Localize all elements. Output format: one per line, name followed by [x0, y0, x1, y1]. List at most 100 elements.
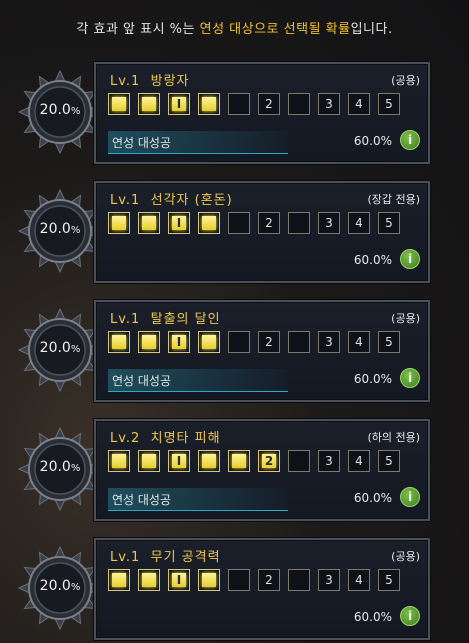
- success-probability: 60.0%: [353, 372, 392, 386]
- level-box: [288, 450, 310, 472]
- level-box: [288, 569, 310, 591]
- great-success-bar: 연성 대성공: [108, 131, 288, 154]
- box-number: 5: [385, 216, 393, 230]
- level-box: [108, 93, 130, 115]
- probability-medal: 20.0%: [18, 427, 102, 511]
- info-icon[interactable]: i: [400, 487, 420, 507]
- level-box: 4: [348, 93, 370, 115]
- level-box: [138, 212, 160, 234]
- box-number: 3: [325, 216, 333, 230]
- probability-medal: 20.0%: [18, 308, 102, 392]
- equipment-tag: (장갑 전용): [367, 193, 420, 206]
- box-number: 3: [325, 97, 333, 111]
- selection-percent: 20.0%: [39, 578, 81, 594]
- box-number: 5: [385, 573, 393, 587]
- great-success-bar: 연성 대성공: [108, 369, 288, 392]
- level-box: [228, 212, 250, 234]
- box-number: 5: [385, 335, 393, 349]
- level-box: 3: [318, 212, 340, 234]
- level-box: [228, 450, 250, 472]
- box-number: I: [176, 97, 182, 111]
- level-box: [108, 450, 130, 472]
- level-box: 5: [378, 569, 400, 591]
- effect-title: Lv.1 방랑자: [110, 74, 190, 89]
- level-box: 4: [348, 569, 370, 591]
- box-number: 5: [385, 454, 393, 468]
- box-number: 2: [264, 454, 274, 468]
- level-box: 4: [348, 212, 370, 234]
- level-box: [198, 569, 220, 591]
- level-box: [198, 450, 220, 472]
- level-box: 5: [378, 93, 400, 115]
- level-box: [108, 331, 130, 353]
- equipment-tag: (공용): [391, 312, 420, 325]
- level-box: [228, 93, 250, 115]
- box-number: 3: [325, 454, 333, 468]
- level-box: [288, 212, 310, 234]
- success-probability: 60.0%: [353, 610, 392, 624]
- level-box: 2: [258, 450, 280, 472]
- box-number: I: [176, 335, 182, 349]
- box-number: 2: [265, 216, 273, 230]
- level-box: 4: [348, 450, 370, 472]
- effect-card[interactable]: Lv.2 치명타 피해 (하의 전용) I 2 3 4 5 연성 대성공 60.0% i: [94, 419, 430, 521]
- level-box: 3: [318, 450, 340, 472]
- box-number: I: [176, 454, 182, 468]
- level-box: [198, 212, 220, 234]
- effect-title: Lv.2 치명타 피해: [110, 431, 221, 446]
- level-box: 3: [318, 93, 340, 115]
- level-box: [138, 569, 160, 591]
- success-probability: 60.0%: [353, 134, 392, 148]
- success-probability: 60.0%: [353, 491, 392, 505]
- great-success-bar: 연성 대성공: [108, 488, 288, 511]
- level-box: [198, 331, 220, 353]
- level-box: I: [168, 93, 190, 115]
- box-number: 4: [355, 454, 363, 468]
- level-box: 3: [318, 569, 340, 591]
- level-box: 5: [378, 450, 400, 472]
- level-box: [108, 569, 130, 591]
- box-number: I: [176, 573, 182, 587]
- box-number: 2: [265, 573, 273, 587]
- box-number: 4: [355, 573, 363, 587]
- level-box: 4: [348, 331, 370, 353]
- effect-card[interactable]: Lv.1 선각자 (혼돈) (장갑 전용) I 2 3 4 5 60.0% i: [94, 181, 430, 283]
- info-icon[interactable]: i: [400, 130, 420, 150]
- info-icon[interactable]: i: [400, 606, 420, 626]
- level-box: [288, 331, 310, 353]
- box-number: 3: [325, 573, 333, 587]
- level-box: I: [168, 569, 190, 591]
- level-box: 2: [258, 331, 280, 353]
- info-icon[interactable]: i: [400, 368, 420, 388]
- box-number: 5: [385, 97, 393, 111]
- level-box: [108, 212, 130, 234]
- selection-percent: 20.0%: [39, 459, 81, 475]
- selection-percent: 20.0%: [39, 221, 81, 237]
- effect-card[interactable]: Lv.1 방랑자 (공용) I 2 3 4 5 연성 대성공 60.0% i: [94, 62, 430, 164]
- effect-card[interactable]: Lv.1 무기 공격력 (공용) I 2 3 4 5 60.0% i: [94, 538, 430, 640]
- level-box: 5: [378, 212, 400, 234]
- selection-percent: 20.0%: [39, 102, 81, 118]
- equipment-tag: (하의 전용): [367, 431, 420, 444]
- level-box: I: [168, 450, 190, 472]
- effect-title: Lv.1 무기 공격력: [110, 550, 221, 565]
- level-box: [198, 93, 220, 115]
- box-number: 4: [355, 97, 363, 111]
- level-box: [228, 569, 250, 591]
- effect-title: Lv.1 선각자 (혼돈): [110, 193, 233, 208]
- success-probability: 60.0%: [353, 253, 392, 267]
- box-number: 4: [355, 216, 363, 230]
- probability-medal: 20.0%: [18, 546, 102, 630]
- level-box: [228, 331, 250, 353]
- probability-medal: 20.0%: [18, 189, 102, 273]
- box-number: 3: [325, 335, 333, 349]
- info-icon[interactable]: i: [400, 249, 420, 269]
- box-number: 4: [355, 335, 363, 349]
- effect-card[interactable]: Lv.1 탈출의 달인 (공용) I 2 3 4 5 연성 대성공 60.0% i: [94, 300, 430, 402]
- level-box: 2: [258, 93, 280, 115]
- level-box: [138, 450, 160, 472]
- box-number: 2: [265, 335, 273, 349]
- probability-medal: 20.0%: [18, 70, 102, 154]
- level-box: I: [168, 212, 190, 234]
- level-box: [138, 331, 160, 353]
